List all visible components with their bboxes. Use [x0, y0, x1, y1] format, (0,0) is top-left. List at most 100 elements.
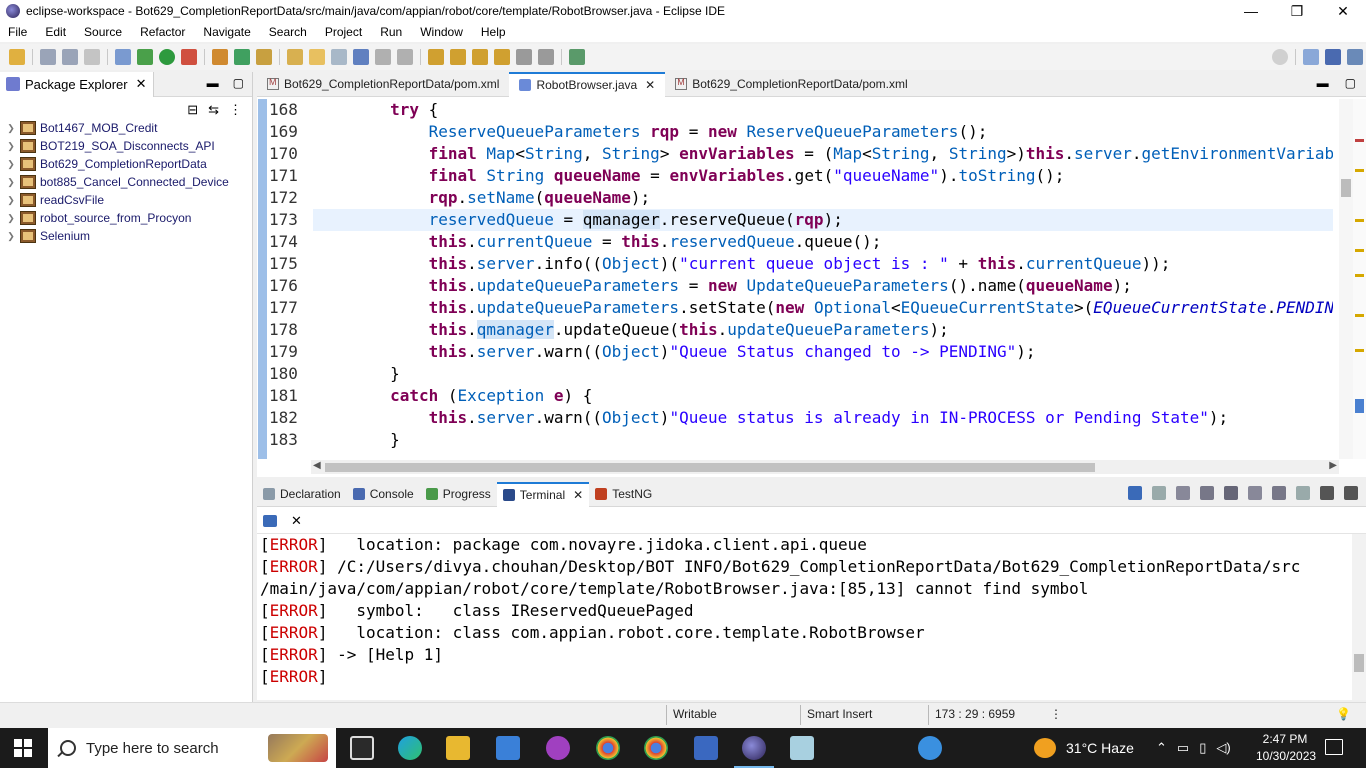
edge-icon[interactable] — [398, 736, 422, 760]
chevron-right-icon[interactable]: ❯ — [4, 177, 18, 188]
skip-breakpoints-icon[interactable] — [115, 49, 131, 65]
copy-icon[interactable] — [1248, 486, 1262, 500]
forward-icon[interactable] — [516, 49, 532, 65]
tree-item-project[interactable]: ❯ readCsvFile — [0, 191, 252, 209]
open-folder-icon[interactable] — [287, 49, 303, 65]
close-icon[interactable]: ✕ — [136, 76, 147, 92]
maximize-panel-icon[interactable] — [1344, 486, 1358, 500]
tab-package-explorer[interactable]: Package Explorer ✕ — [0, 71, 154, 97]
terminal-output[interactable]: [ERROR] location: package com.novayre.ji… — [257, 534, 1352, 700]
menu-help[interactable]: Help — [473, 25, 516, 39]
tab-testng[interactable]: TestNG — [589, 482, 658, 507]
chevron-right-icon[interactable]: ❯ — [4, 159, 18, 170]
search-icon[interactable] — [1272, 49, 1288, 65]
run-icon[interactable] — [159, 49, 175, 65]
navigate-forward-icon[interactable] — [538, 49, 554, 65]
show-hidden-icons-icon[interactable]: ⌃ — [1156, 740, 1167, 756]
warning-marker[interactable] — [1355, 169, 1364, 172]
minimize-editor-icon[interactable]: ▬ — [1317, 76, 1329, 90]
view-menu-icon[interactable]: ⋮ — [229, 102, 242, 118]
overview-ruler[interactable] — [1353, 99, 1366, 459]
terminal-toolbar-icon[interactable] — [331, 49, 347, 65]
tab-progress[interactable]: Progress — [420, 482, 497, 507]
chevron-right-icon[interactable]: ❯ — [4, 231, 18, 242]
windows-start-button[interactable] — [14, 739, 32, 757]
warning-marker[interactable] — [1355, 274, 1364, 277]
open-terminal-icon[interactable] — [1128, 486, 1142, 500]
app-w-icon[interactable] — [546, 736, 570, 760]
volume-icon[interactable]: ◁) — [1216, 740, 1230, 756]
chevron-right-icon[interactable]: ❯ — [4, 195, 18, 206]
open-type-icon[interactable] — [256, 49, 272, 65]
tab-declaration[interactable]: Declaration — [257, 482, 347, 507]
toggle-command-input-icon[interactable] — [1152, 486, 1166, 500]
debug-icon[interactable] — [137, 49, 153, 65]
terminal-scrollbar[interactable] — [1352, 534, 1366, 700]
remote-desktop-icon[interactable] — [694, 736, 718, 760]
new-java-class-icon[interactable] — [234, 49, 250, 65]
file-explorer-icon[interactable] — [446, 736, 470, 760]
restore-button[interactable]: ❐ — [1274, 0, 1320, 22]
close-window-button[interactable]: ✕ — [1320, 0, 1366, 22]
pin-editor-icon[interactable] — [569, 49, 585, 65]
tree-item-project[interactable]: ❯ robot_source_from_Procyon — [0, 209, 252, 227]
tab-pom-xml-2[interactable]: Bot629_CompletionReportData/pom.xml — [665, 72, 917, 97]
menu-source[interactable]: Source — [76, 25, 132, 39]
tree-item-project[interactable]: ❯ BOT219_SOA_Disconnects_API — [0, 137, 252, 155]
scroll-right-icon[interactable]: ▶ — [1329, 460, 1337, 471]
weather-widget[interactable]: 31°C Haze — [1034, 738, 1134, 758]
external-tools-icon[interactable] — [181, 49, 197, 65]
network-icon[interactable]: ▭ — [1177, 740, 1189, 756]
lightbulb-icon[interactable]: 💡 — [1336, 707, 1351, 721]
debug-perspective-icon[interactable] — [1347, 49, 1363, 65]
search-toolbar-icon[interactable] — [309, 49, 325, 65]
maximize-editor-icon[interactable]: ▢ — [1345, 76, 1356, 90]
save-all-icon[interactable] — [62, 49, 78, 65]
occurrence-marker[interactable] — [1355, 399, 1364, 413]
status-menu-icon[interactable]: ⋮ — [1050, 707, 1062, 721]
save-icon[interactable] — [40, 49, 56, 65]
collapse-all-icon[interactable]: ⊟ — [187, 102, 198, 118]
tab-terminal[interactable]: Terminal ✕ — [496, 481, 590, 507]
cursor-position[interactable]: 173 : 29 : 6959 — [935, 707, 1015, 721]
editor-horizontal-scrollbar[interactable]: ◀ ▶ — [311, 460, 1339, 474]
scrollbar-thumb[interactable] — [325, 463, 1095, 472]
clear-terminal-icon[interactable] — [1200, 486, 1214, 500]
warning-marker[interactable] — [1355, 314, 1364, 317]
error-marker[interactable] — [1355, 139, 1364, 142]
minimize-panel-icon[interactable]: ▬ — [207, 76, 219, 90]
menu-edit[interactable]: Edit — [37, 25, 76, 39]
print-icon[interactable] — [84, 49, 100, 65]
block-selection-icon[interactable] — [375, 49, 391, 65]
close-session-icon[interactable]: ✕ — [291, 513, 302, 529]
code-area[interactable]: try { ReserveQueueParameters rqp = new R… — [313, 99, 1333, 459]
maximize-panel-icon[interactable]: ▢ — [233, 76, 244, 90]
notepad-icon[interactable] — [790, 736, 814, 760]
battery-icon[interactable]: ▯ — [1199, 740, 1206, 756]
tree-item-project[interactable]: ❯ bot885_Cancel_Connected_Device — [0, 173, 252, 191]
tab-console[interactable]: Console — [347, 482, 420, 507]
last-edit-location-icon[interactable] — [472, 49, 488, 65]
settings-icon[interactable] — [1296, 486, 1310, 500]
menu-search[interactable]: Search — [261, 25, 317, 39]
menu-project[interactable]: Project — [317, 25, 372, 39]
warning-marker[interactable] — [1355, 349, 1364, 352]
store-icon[interactable] — [496, 736, 520, 760]
warning-marker[interactable] — [1355, 219, 1364, 222]
clock[interactable]: 2:47 PM 10/30/2023 — [1256, 731, 1316, 765]
terminal-session-icon[interactable] — [263, 514, 277, 527]
minimize-panel-icon[interactable] — [1320, 486, 1334, 500]
chevron-right-icon[interactable]: ❯ — [4, 213, 18, 224]
warning-marker[interactable] — [1355, 249, 1364, 252]
task-view-icon[interactable] — [350, 736, 374, 760]
chrome-profile-icon[interactable] — [644, 736, 668, 760]
new-java-package-icon[interactable] — [212, 49, 228, 65]
insert-mode-status[interactable]: Smart Insert — [807, 707, 872, 721]
taskbar-search[interactable]: Type here to search — [48, 728, 336, 768]
tab-robotbrowser-java[interactable]: RobotBrowser.java ✕ — [509, 71, 666, 97]
chevron-right-icon[interactable]: ❯ — [4, 123, 18, 134]
help-icon[interactable] — [918, 736, 942, 760]
notification-icon[interactable] — [1325, 739, 1343, 755]
tree-item-project[interactable]: ❯ Selenium — [0, 227, 252, 245]
menu-window[interactable]: Window — [412, 25, 473, 39]
